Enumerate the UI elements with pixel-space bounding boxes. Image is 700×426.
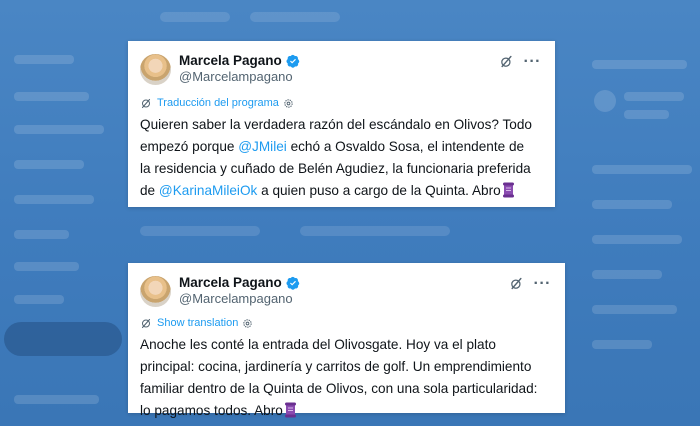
- gear-icon[interactable]: [283, 98, 294, 109]
- display-name[interactable]: Marcela Pagano: [179, 53, 282, 69]
- translation-label[interactable]: Show translation: [157, 317, 238, 329]
- verified-badge-icon: [286, 54, 300, 68]
- translation-label[interactable]: Traducción del programa: [157, 97, 279, 109]
- verified-badge-icon: [286, 276, 300, 290]
- background-sidebar: [0, 0, 125, 426]
- translate-icon: [141, 318, 151, 329]
- tweet-card[interactable]: Marcela Pagano @Marcelampagano ··· Tradu…: [128, 41, 555, 207]
- avatar[interactable]: [140, 276, 171, 307]
- display-name[interactable]: Marcela Pagano: [179, 275, 282, 291]
- more-icon[interactable]: ···: [534, 275, 551, 291]
- tweet-text: Anoche les conté la entrada del Olivosga…: [140, 337, 538, 418]
- translation-row[interactable]: Show translation: [140, 317, 551, 329]
- tweet-header: Marcela Pagano @Marcelampagano ···: [140, 275, 551, 307]
- more-icon[interactable]: ···: [524, 53, 541, 69]
- handle[interactable]: @Marcelampagano: [179, 69, 499, 85]
- mention-link[interactable]: @JMilei: [238, 139, 287, 154]
- translate-icon: [141, 98, 151, 109]
- tweet-header: Marcela Pagano @Marcelampagano ···: [140, 53, 541, 85]
- grok-icon[interactable]: [499, 54, 514, 69]
- mention-link[interactable]: @KarinaMileiOk: [159, 183, 257, 198]
- scroll-emoji-icon: [284, 402, 296, 418]
- handle[interactable]: @Marcelampagano: [179, 291, 509, 307]
- avatar[interactable]: [140, 54, 171, 85]
- gear-icon[interactable]: [242, 318, 253, 329]
- tweet-text: Quieren saber la verdadera razón del esc…: [140, 117, 532, 198]
- scroll-emoji-icon: [502, 182, 514, 198]
- grok-icon[interactable]: [509, 276, 524, 291]
- background-right-panel: [582, 0, 700, 426]
- translation-row[interactable]: Traducción del programa: [140, 97, 541, 109]
- tweet-card[interactable]: Marcela Pagano @Marcelampagano ··· Show …: [128, 263, 565, 418]
